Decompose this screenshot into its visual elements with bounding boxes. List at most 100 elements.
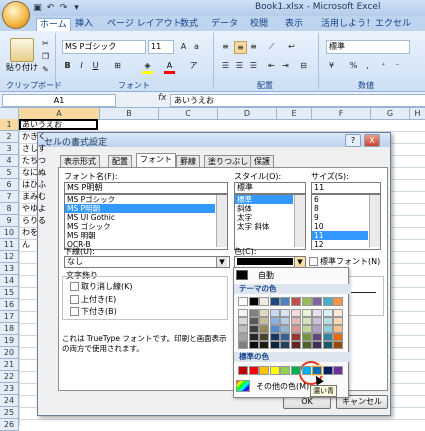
increase-indent-icon[interactable]: ⇥ [280,60,291,71]
row-header-10[interactable]: 10 [0,227,19,239]
theme-shade-swatch[interactable] [312,333,323,341]
theme-shade-swatch[interactable] [301,341,312,349]
theme-shade-swatch[interactable] [238,341,248,349]
percent-icon[interactable]: % [348,60,359,71]
theme-shade-swatch[interactable] [269,341,280,349]
automatic-color-label[interactable]: 自動 [258,270,274,281]
row-header-17[interactable]: 17 [0,311,19,323]
row-header-16[interactable]: 16 [0,299,19,311]
cell-a2[interactable]: かきく [20,131,100,142]
theme-color-swatch[interactable] [238,297,248,306]
standard-color-swatch[interactable] [238,366,248,375]
paste-button[interactable]: 貼り付け [6,62,38,73]
underline-select[interactable]: なし [64,256,230,268]
theme-shade-swatch[interactable] [312,325,323,333]
align-left-icon[interactable]: ☰ [220,60,231,71]
theme-shade-swatch[interactable] [312,341,323,349]
row-header-4[interactable]: 4 [0,155,19,167]
row-header-1[interactable]: 1 [0,119,19,131]
align-right-icon[interactable]: ☰ [248,60,259,71]
align-middle-icon[interactable]: ≡ [234,41,247,54]
cut-icon[interactable]: ✂ [40,38,51,49]
theme-shade-swatch[interactable] [248,333,259,341]
style-input[interactable]: 標準 [234,182,306,194]
chevron-down-icon[interactable]: ▼ [216,257,227,267]
border-icon[interactable]: ⊞ [112,60,123,71]
increase-decimal-icon[interactable]: ⁺ [378,60,389,71]
size-list-item[interactable]: 12 [312,240,368,249]
help-button[interactable]: ? [345,134,361,147]
decrease-indent-icon[interactable]: ⇤ [266,60,277,71]
theme-color-swatch[interactable] [312,297,323,306]
format-painter-icon[interactable]: ✎ [40,64,51,75]
style-list-item[interactable]: 標準 [235,195,293,204]
theme-color-swatch[interactable] [322,297,333,306]
formula-input[interactable]: あいうえお [170,94,425,107]
row-header-23[interactable]: 23 [0,383,19,395]
row-header-13[interactable]: 13 [0,263,19,275]
close-button[interactable]: X [364,134,380,147]
select-all-corner[interactable] [0,108,19,119]
theme-color-swatch[interactable] [280,297,291,306]
grow-font-icon[interactable]: A [178,41,189,52]
size-list-scrollbar[interactable] [369,195,380,247]
theme-shade-swatch[interactable] [322,325,333,333]
theme-shade-swatch[interactable] [280,317,291,325]
row-header-22[interactable]: 22 [0,371,19,383]
tab-addin[interactable]: 活用しよう！エクセル [318,18,414,31]
theme-shade-swatch[interactable] [333,333,344,341]
theme-shade-swatch[interactable] [248,309,259,317]
theme-shade-swatch[interactable] [291,325,301,333]
row-header-2[interactable]: 2 [0,131,19,143]
row-header-19[interactable]: 19 [0,335,19,347]
underline-icon[interactable]: U [90,60,101,71]
size-list-item[interactable]: 10 [312,222,368,231]
theme-shade-swatch[interactable] [280,325,291,333]
qat-dropdown-icon[interactable]: ▾ [71,3,82,13]
column-header-c[interactable]: C [159,108,218,119]
row-header-25[interactable]: 25 [0,407,19,419]
theme-shade-swatch[interactable] [301,333,312,341]
theme-shade-swatch[interactable] [238,317,248,325]
row-header-24[interactable]: 24 [0,395,19,407]
normal-font-checkbox[interactable] [309,257,318,266]
phonetic-icon[interactable]: ア [188,60,199,71]
theme-shade-swatch[interactable] [301,317,312,325]
theme-shade-swatch[interactable] [322,309,333,317]
tab-page-layout[interactable]: ページ レイアウト [104,18,185,31]
row-header-8[interactable]: 8 [0,203,19,215]
cell-a3[interactable]: さしす [20,143,100,154]
font-list-item[interactable]: MS P明朝 [65,204,215,213]
tab-formulas[interactable]: 数式 [177,18,201,31]
chevron-down-icon[interactable]: ▼ [294,257,305,267]
column-header-d[interactable]: D [218,108,277,119]
cell-a1[interactable]: あいうえお [20,119,100,130]
tab-font[interactable]: フォント [136,153,176,168]
italic-icon[interactable]: I [76,60,87,71]
save-icon[interactable]: ▣ [32,3,43,13]
redo-icon[interactable]: ↷ [58,3,69,13]
style-list-scrollbar[interactable] [294,195,305,247]
column-header-b[interactable]: B [100,108,159,119]
style-list-item[interactable]: 太字 [235,213,293,222]
column-header-h[interactable]: H [410,108,425,119]
standard-color-swatch[interactable] [248,366,259,375]
theme-shade-swatch[interactable] [248,341,259,349]
theme-shade-swatch[interactable] [238,333,248,341]
theme-shade-swatch[interactable] [280,333,291,341]
theme-color-swatch[interactable] [248,297,259,306]
size-list-item[interactable]: 6 [312,195,368,204]
standard-color-swatch[interactable] [259,366,270,375]
tab-insert[interactable]: 挿入 [72,18,96,31]
row-header-7[interactable]: 7 [0,191,19,203]
theme-color-swatch[interactable] [301,297,312,306]
size-list-item[interactable]: 8 [312,204,368,213]
theme-shade-swatch[interactable] [269,317,280,325]
tab-home[interactable]: ホーム [36,18,71,32]
theme-shade-swatch[interactable] [322,333,333,341]
theme-shade-swatch[interactable] [291,309,301,317]
theme-shade-swatch[interactable] [322,317,333,325]
standard-color-swatch[interactable] [312,366,323,375]
copy-icon[interactable]: ❐ [40,51,51,62]
theme-shade-swatch[interactable] [301,325,312,333]
